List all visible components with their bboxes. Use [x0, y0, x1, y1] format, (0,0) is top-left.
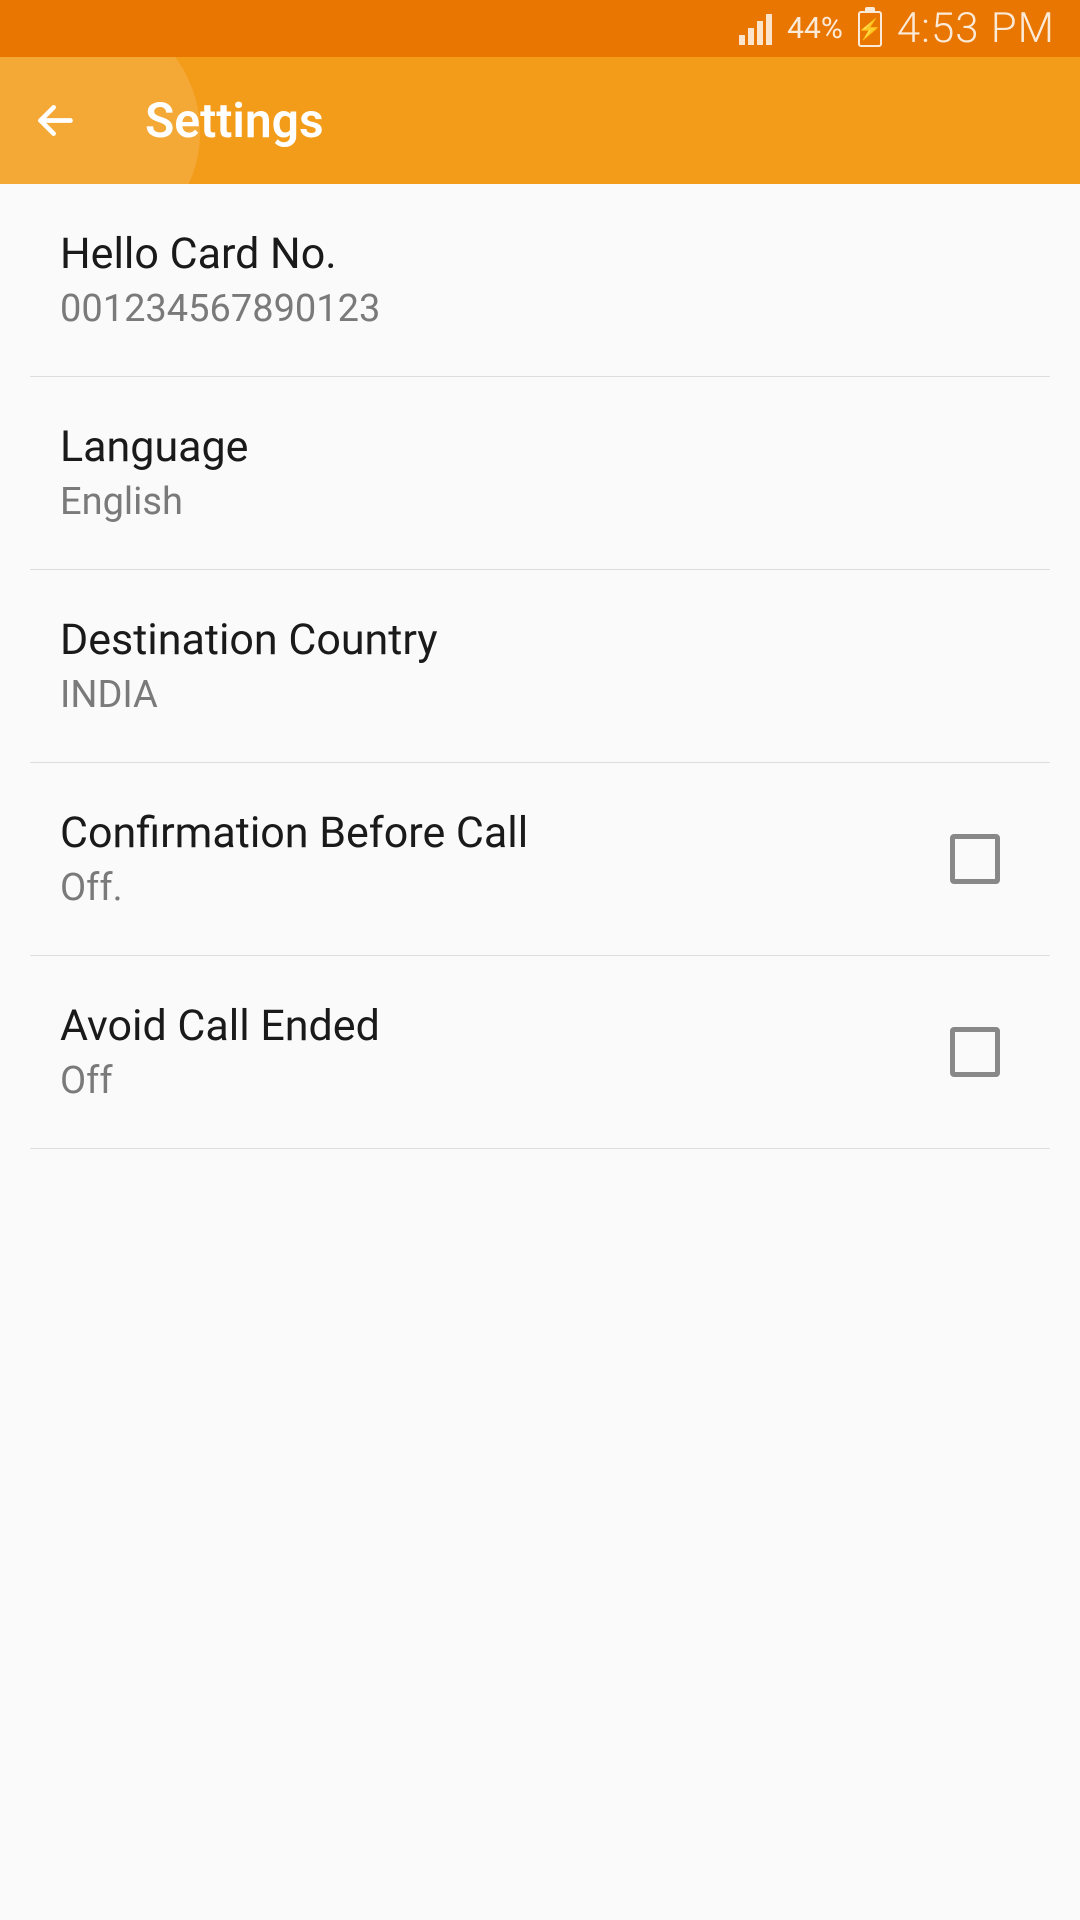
settings-item-card-no[interactable]: Hello Card No. 001234567890123 — [30, 184, 1050, 377]
settings-item-value: Off — [60, 1059, 950, 1103]
settings-item-title: Avoid Call Ended — [60, 1001, 950, 1051]
status-time-label: 4:53 PM — [897, 4, 1055, 53]
battery-percent-label: 44% — [787, 11, 843, 46]
settings-item-destination-country[interactable]: Destination Country INDIA — [30, 570, 1050, 763]
avoid-call-ended-checkbox[interactable] — [950, 1027, 1000, 1077]
battery-charging-icon: ⚡ — [858, 11, 882, 47]
settings-item-title: Hello Card No. — [60, 229, 1020, 279]
settings-item-avoid-call-ended[interactable]: Avoid Call Ended Off — [30, 956, 1050, 1149]
settings-item-title: Destination Country — [60, 615, 1020, 665]
settings-item-value: Off. — [60, 866, 950, 910]
confirmation-checkbox[interactable] — [950, 834, 1000, 884]
settings-item-value: English — [60, 480, 1020, 524]
settings-item-confirmation-before-call[interactable]: Confirmation Before Call Off. — [30, 763, 1050, 956]
arrow-left-icon — [33, 98, 78, 143]
app-bar: Settings — [0, 57, 1080, 184]
settings-item-title: Language — [60, 422, 1020, 472]
status-bar: 44% ⚡ 4:53 PM — [0, 0, 1080, 57]
page-title: Settings — [145, 92, 324, 149]
settings-item-value: INDIA — [60, 673, 1020, 717]
back-button[interactable] — [0, 57, 110, 184]
settings-item-value: 001234567890123 — [60, 287, 1020, 331]
settings-item-language[interactable]: Language English — [30, 377, 1050, 570]
signal-icon — [739, 13, 772, 45]
settings-item-title: Confirmation Before Call — [60, 808, 950, 858]
settings-list: Hello Card No. 001234567890123 Language … — [0, 184, 1080, 1149]
